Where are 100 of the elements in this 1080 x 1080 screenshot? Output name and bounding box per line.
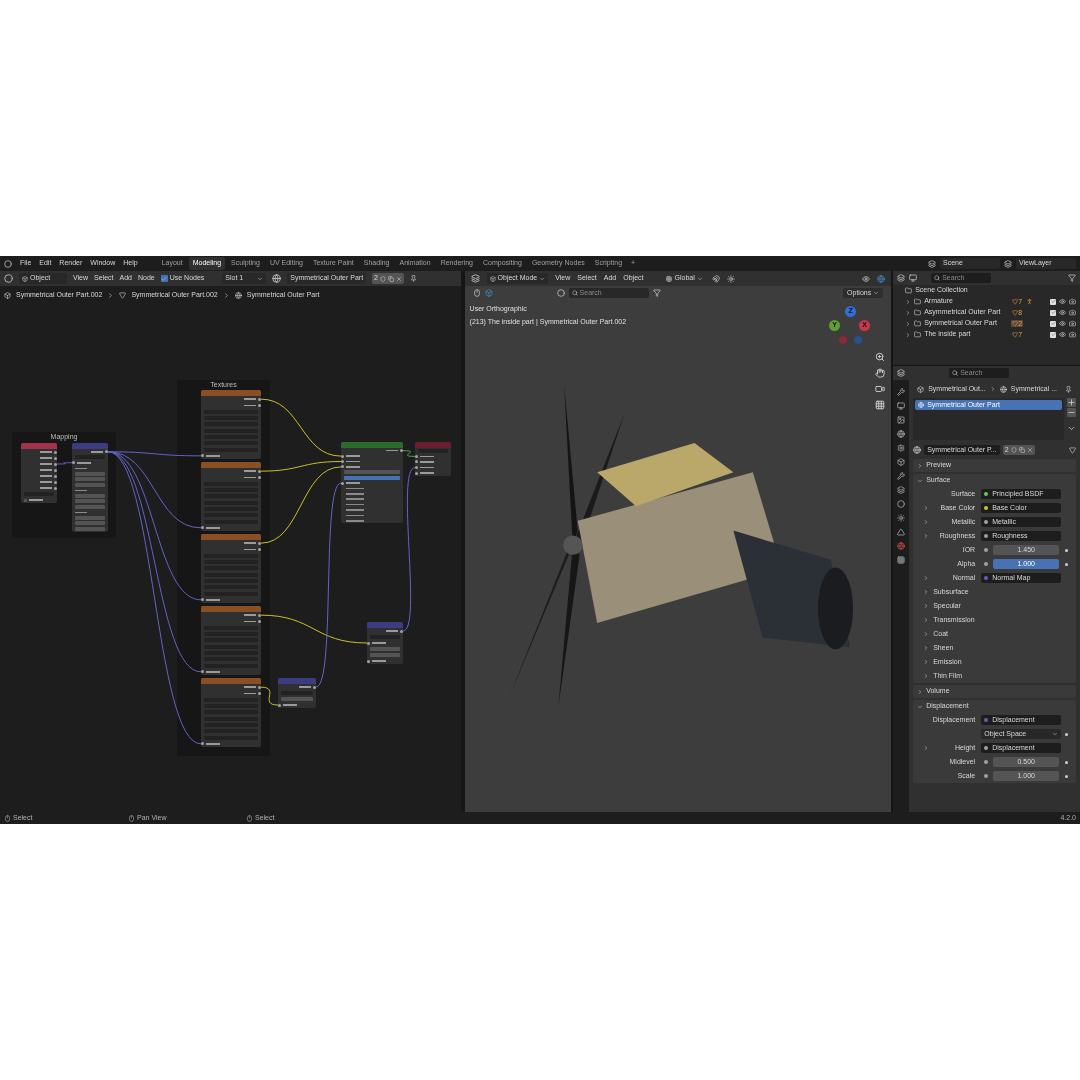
mesh-data-icon[interactable] <box>897 528 906 536</box>
expand-icon[interactable] <box>923 617 930 623</box>
duplicate-icon[interactable] <box>1018 447 1025 453</box>
material-sphere-icon[interactable] <box>913 446 922 454</box>
shader-node[interactable] <box>21 443 57 503</box>
mouse-icon <box>128 814 135 822</box>
collection-icon <box>914 320 922 327</box>
chevron-icon <box>873 290 880 296</box>
editor-type-icon[interactable] <box>470 274 480 283</box>
expand-icon[interactable] <box>923 645 930 651</box>
close-icon[interactable] <box>396 275 402 282</box>
chevron-icon <box>1052 731 1059 737</box>
material-sphere-icon[interactable] <box>272 274 282 283</box>
filter-icon[interactable] <box>652 289 661 297</box>
eye-icon[interactable] <box>1059 298 1066 305</box>
expand-icon[interactable] <box>923 745 930 751</box>
camera-icon[interactable] <box>1069 309 1076 316</box>
selection-mode-icon[interactable] <box>484 289 493 297</box>
search-icon <box>571 290 578 296</box>
object-icon <box>489 275 496 282</box>
remove-icon[interactable] <box>1067 408 1076 417</box>
search-icon <box>952 370 959 376</box>
collection-icon <box>914 331 922 338</box>
chevron-icon <box>696 275 703 282</box>
expand-icon[interactable] <box>923 575 930 581</box>
modifier-icon[interactable] <box>897 472 906 480</box>
material-icon <box>234 291 242 299</box>
chevron-icon <box>222 291 230 299</box>
collection-icon <box>905 287 913 294</box>
grid-icon[interactable] <box>875 400 886 410</box>
check-icon <box>161 275 168 282</box>
expand-icon[interactable] <box>923 519 930 525</box>
collection-icon <box>914 298 922 305</box>
checkbox[interactable] <box>160 275 168 282</box>
shader-node[interactable] <box>201 678 261 747</box>
shader-node[interactable] <box>415 442 451 476</box>
shader-node[interactable] <box>341 442 403 524</box>
object-icon[interactable] <box>897 458 906 466</box>
expand-icon[interactable] <box>923 659 930 665</box>
checkbox[interactable] <box>1050 298 1056 305</box>
tool-icon[interactable] <box>897 388 906 396</box>
shader-node[interactable] <box>72 443 108 532</box>
eye-icon[interactable] <box>1059 320 1066 327</box>
expand-icon[interactable] <box>923 631 930 637</box>
add-icon[interactable] <box>1067 398 1076 407</box>
duplicate-icon[interactable] <box>388 275 394 282</box>
mouse-icon <box>246 814 253 822</box>
filter-icon[interactable] <box>1068 274 1076 282</box>
expand-icon[interactable] <box>923 505 930 511</box>
collapse-icon <box>917 477 924 484</box>
object-icon <box>917 385 925 393</box>
expand-icon <box>917 688 924 695</box>
mesh-icon <box>119 291 127 299</box>
checkbox[interactable] <box>1050 309 1056 316</box>
chevron-icon <box>989 386 996 392</box>
expand-icon[interactable] <box>923 603 930 609</box>
object-icon <box>22 275 28 282</box>
expand-icon <box>917 462 924 469</box>
chevron-icon <box>107 291 115 299</box>
camera-icon[interactable] <box>1069 298 1076 305</box>
fake-user-icon[interactable] <box>380 275 386 282</box>
shader-node[interactable] <box>278 678 316 708</box>
checkbox[interactable] <box>1050 320 1056 327</box>
shader-node[interactable] <box>201 534 261 603</box>
material-icon[interactable] <box>897 542 906 550</box>
overlay-icon[interactable] <box>877 274 886 283</box>
expand-icon[interactable] <box>923 533 930 539</box>
shader-node[interactable] <box>201 390 261 459</box>
checkbox[interactable] <box>1050 331 1056 338</box>
eye-icon[interactable] <box>1059 309 1066 316</box>
editor-type-icon[interactable] <box>4 274 13 283</box>
object-icon <box>4 291 11 299</box>
chevron-icon <box>257 275 264 282</box>
editor-type-icon[interactable] <box>897 274 906 282</box>
chevron-icon <box>539 275 546 282</box>
chevron-icon[interactable] <box>1067 424 1076 433</box>
fake-user-icon[interactable] <box>1010 447 1017 453</box>
armature-icon[interactable] <box>1026 298 1034 305</box>
expand-icon[interactable] <box>923 589 930 595</box>
visibility-icon[interactable] <box>862 274 871 283</box>
close-icon[interactable] <box>1026 447 1033 453</box>
shader-node[interactable] <box>367 622 403 664</box>
pin-icon[interactable] <box>410 275 417 282</box>
shader-node[interactable] <box>201 606 261 675</box>
material-icon <box>918 402 925 408</box>
hand-icon[interactable] <box>875 368 886 378</box>
collapse-icon <box>917 703 924 710</box>
magnet-icon[interactable] <box>711 274 720 283</box>
axes-icon <box>666 275 673 282</box>
camera-icon[interactable] <box>1069 320 1076 327</box>
mouse-icon <box>4 814 11 822</box>
editor-type-icon[interactable] <box>897 369 906 377</box>
expand-icon[interactable] <box>923 673 930 679</box>
mesh-icon[interactable] <box>1069 446 1076 454</box>
camera-icon[interactable] <box>875 384 886 394</box>
shader-node[interactable] <box>201 462 261 531</box>
eye-icon[interactable] <box>1059 331 1066 338</box>
zoom-icon[interactable] <box>875 352 886 362</box>
camera-icon[interactable] <box>1069 331 1076 338</box>
pin-icon[interactable] <box>1065 385 1072 393</box>
